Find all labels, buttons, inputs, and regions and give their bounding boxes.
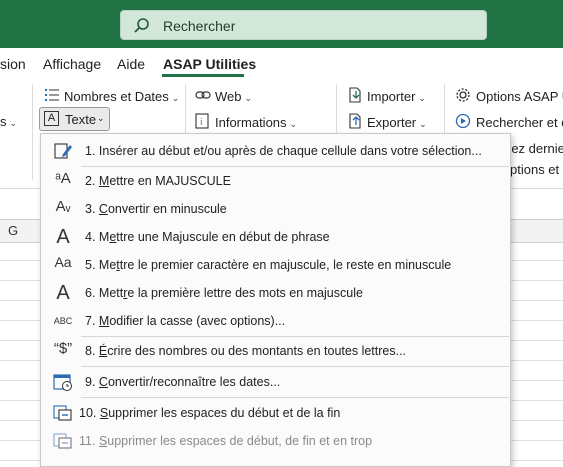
menu-item-7[interactable]: ABC 7. Modifier la casse (avec options).…: [41, 307, 510, 335]
importer-button[interactable]: Importer ⌄: [367, 89, 426, 104]
title-case-icon: A: [56, 282, 70, 304]
tab-revision[interactable]: sion: [0, 56, 26, 72]
web-link-icon: [195, 91, 211, 99]
exporter-button[interactable]: Exporter ⌄: [367, 115, 427, 130]
menu-item-1[interactable]: 1. Insérer au début et/ou après de chaqu…: [41, 137, 510, 165]
svg-text:i: i: [200, 118, 203, 128]
numbers-list-icon: [45, 89, 59, 101]
derniere-outil-button[interactable]: rez dernie: [507, 141, 563, 156]
options-et-group-label: ptions et: [510, 162, 560, 177]
menu-item-9[interactable]: 9. Convertir/reconnaître les dates...: [41, 368, 510, 396]
sentence-case-icon: A: [56, 226, 70, 248]
texte-dropdown-menu: 1. Insérer au début et/ou après de chaqu…: [40, 133, 511, 467]
menu-separator: [81, 366, 509, 367]
menu-item-8[interactable]: “$” 8. Écrire des nombres ou des montant…: [41, 337, 510, 365]
active-tab-indicator: [162, 74, 244, 77]
web-button[interactable]: Web ⌄: [215, 89, 252, 104]
ribbon-tabs: sion Affichage Aide ASAP Utilities: [0, 48, 563, 78]
texte-label: Texte: [65, 112, 97, 127]
search-placeholder: Rechercher: [163, 18, 236, 34]
rechercher-et-button[interactable]: Rechercher et d: [476, 115, 563, 130]
informations-icon: i: [195, 113, 209, 129]
export-icon: [349, 113, 361, 129]
menu-item-5[interactable]: Aa 5. Mettre le premier caractère en maj…: [41, 251, 510, 279]
nombres-dates-button[interactable]: Nombres et Dates ⌄: [64, 89, 179, 104]
search-box[interactable]: Rechercher: [120, 10, 487, 40]
menu-item-4[interactable]: A 4. Mettre une Majuscule en début de ph…: [41, 223, 510, 251]
tab-asap-utilities[interactable]: ASAP Utilities: [163, 56, 256, 72]
search-icon: [134, 18, 149, 33]
menu-item-10[interactable]: 10. Supprimer les espaces du début et de…: [41, 399, 510, 427]
menu-item-6[interactable]: A 6. Mettre la première lettre des mots …: [41, 279, 510, 307]
trim-spaces-icon: [53, 405, 72, 421]
change-case-icon: ABC: [53, 316, 73, 326]
calendar-icon: [53, 374, 72, 391]
spell-number-icon: “$”: [53, 340, 73, 357]
options-asap-button[interactable]: Options ASAP Ut: [476, 89, 563, 104]
texte-button[interactable]: A Texte ⌄: [39, 107, 110, 131]
informations-button[interactable]: Informations ⌄: [215, 115, 297, 130]
menu-item-3[interactable]: Aᵥ 3. Convertir en minuscule: [41, 195, 510, 223]
tab-aide[interactable]: Aide: [117, 56, 145, 72]
insert-text-icon: [54, 143, 72, 159]
gear-icon: [456, 88, 470, 102]
menu-separator: [81, 397, 509, 398]
ribbon-cut-label[interactable]: s ⌄: [0, 114, 17, 129]
menu-item-11[interactable]: 11. Supprimer les espaces de début, de f…: [41, 427, 510, 455]
uppercase-icon: ᵃA: [55, 170, 71, 187]
trim-extra-spaces-icon: [53, 433, 72, 449]
column-g-header[interactable]: G: [8, 223, 18, 238]
tab-affichage[interactable]: Affichage: [43, 56, 101, 72]
menu-item-2[interactable]: ᵃA 2. Mettre en MAJUSCULE: [41, 167, 510, 195]
first-char-upper-icon: Aa: [54, 254, 72, 270]
ribbon-divider: [32, 84, 33, 180]
import-icon: [349, 87, 361, 103]
text-a-icon: A: [44, 111, 59, 126]
run-icon: [455, 113, 471, 129]
chevron-down-icon: ⌄: [97, 113, 105, 123]
lowercase-icon: Aᵥ: [55, 198, 71, 215]
